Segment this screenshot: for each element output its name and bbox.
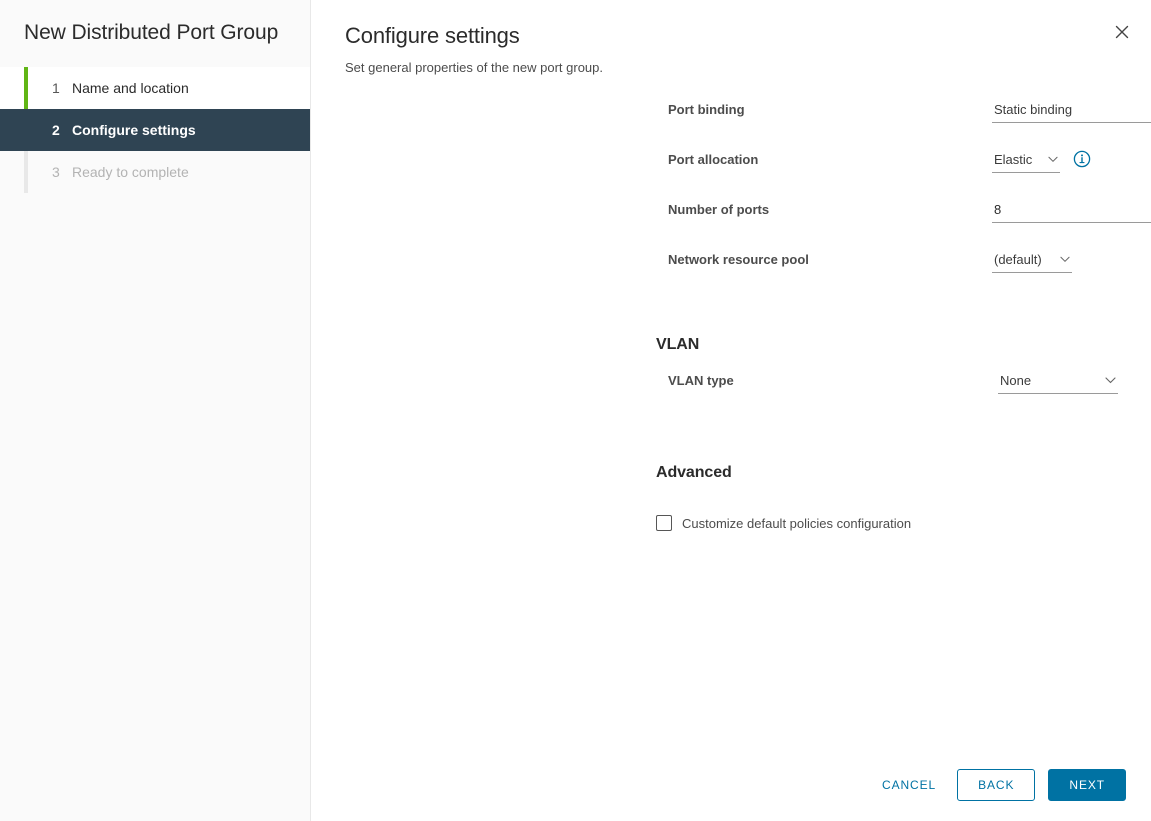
step-rail-active — [24, 109, 28, 151]
close-icon — [1114, 24, 1130, 40]
customize-default-policies-checkbox[interactable] — [656, 515, 672, 531]
label-number-of-ports: Number of ports — [668, 202, 769, 217]
step-rail-upcoming — [24, 151, 28, 193]
number-of-ports-input[interactable] — [992, 199, 1151, 223]
label-port-allocation: Port allocation — [668, 152, 758, 167]
form-row-vlan-type: VLAN type None — [311, 370, 1151, 420]
cancel-button[interactable]: CANCEL — [868, 769, 950, 801]
section-title-vlan: VLAN — [311, 336, 1151, 354]
close-button[interactable] — [1109, 19, 1135, 45]
chevron-down-icon — [1060, 256, 1070, 263]
chevron-down-icon — [1105, 377, 1116, 384]
step-rail-completed — [24, 67, 28, 109]
step-content: 3 Ready to complete — [26, 164, 189, 180]
field-control: Elastic — [992, 149, 1060, 173]
customize-default-policies-label: Customize default policies configuration — [682, 516, 911, 531]
wizard-title: New Distributed Port Group — [0, 0, 310, 46]
wizard-main-panel: Configure settings Set general propertie… — [311, 0, 1151, 821]
network-resource-pool-select[interactable]: (default) — [992, 249, 1072, 273]
info-circle-icon — [1073, 150, 1091, 168]
wizard-sidebar: New Distributed Port Group 1 Name and lo… — [0, 0, 311, 821]
field-control — [992, 199, 1151, 223]
section-title-advanced: Advanced — [311, 464, 1151, 482]
form-row-port-allocation: Port allocation Elastic — [311, 149, 1151, 199]
port-allocation-select[interactable]: Elastic — [992, 149, 1060, 173]
step-content: 1 Name and location — [26, 80, 189, 96]
step-label: Configure settings — [72, 122, 196, 138]
field-control: (default) — [992, 249, 1072, 273]
label-vlan-type: VLAN type — [668, 373, 734, 388]
form-row-port-binding: Port binding Static binding — [311, 99, 1151, 149]
customize-default-policies-checkbox-row[interactable]: Customize default policies configuration — [311, 515, 1151, 531]
port-binding-select[interactable]: Static binding — [992, 99, 1151, 123]
network-resource-pool-value: (default) — [994, 252, 1042, 267]
label-network-resource-pool: Network resource pool — [668, 252, 809, 267]
step-number: 2 — [52, 122, 72, 138]
vlan-section: VLAN type None — [311, 370, 1151, 420]
form-row-number-of-ports: Number of ports — [311, 199, 1151, 249]
settings-form: Port binding Static binding Port allocat… — [311, 77, 1151, 531]
port-allocation-value: Elastic — [994, 152, 1032, 167]
port-binding-value: Static binding — [994, 102, 1072, 117]
form-row-network-resource-pool: Network resource pool (default) — [311, 249, 1151, 299]
sidebar-step-name-and-location[interactable]: 1 Name and location — [0, 67, 310, 109]
label-port-binding: Port binding — [668, 102, 745, 117]
next-button[interactable]: NEXT — [1048, 769, 1126, 801]
chevron-down-icon — [1048, 156, 1058, 163]
new-distributed-port-group-wizard: New Distributed Port Group 1 Name and lo… — [0, 0, 1151, 821]
step-number: 1 — [52, 80, 72, 96]
page-subtitle: Set general properties of the new port g… — [345, 59, 1151, 77]
step-number: 3 — [52, 164, 72, 180]
vlan-type-select[interactable]: None — [998, 370, 1118, 394]
vlan-type-value: None — [1000, 373, 1031, 388]
field-control: None — [998, 370, 1118, 394]
back-button[interactable]: BACK — [957, 769, 1035, 801]
sidebar-step-configure-settings[interactable]: 2 Configure settings — [0, 109, 310, 151]
port-allocation-info-button[interactable] — [1073, 150, 1091, 168]
field-control: Static binding — [992, 99, 1151, 123]
step-content: 2 Configure settings — [26, 122, 196, 138]
step-label: Name and location — [72, 80, 189, 96]
page-title: Configure settings — [345, 22, 1151, 50]
wizard-footer: CANCEL BACK NEXT — [311, 749, 1151, 821]
wizard-steps: 1 Name and location 2 Configure settings… — [0, 67, 310, 193]
sidebar-step-ready-to-complete[interactable]: 3 Ready to complete — [0, 151, 310, 193]
step-label: Ready to complete — [72, 164, 189, 180]
main-header: Configure settings Set general propertie… — [311, 0, 1151, 77]
